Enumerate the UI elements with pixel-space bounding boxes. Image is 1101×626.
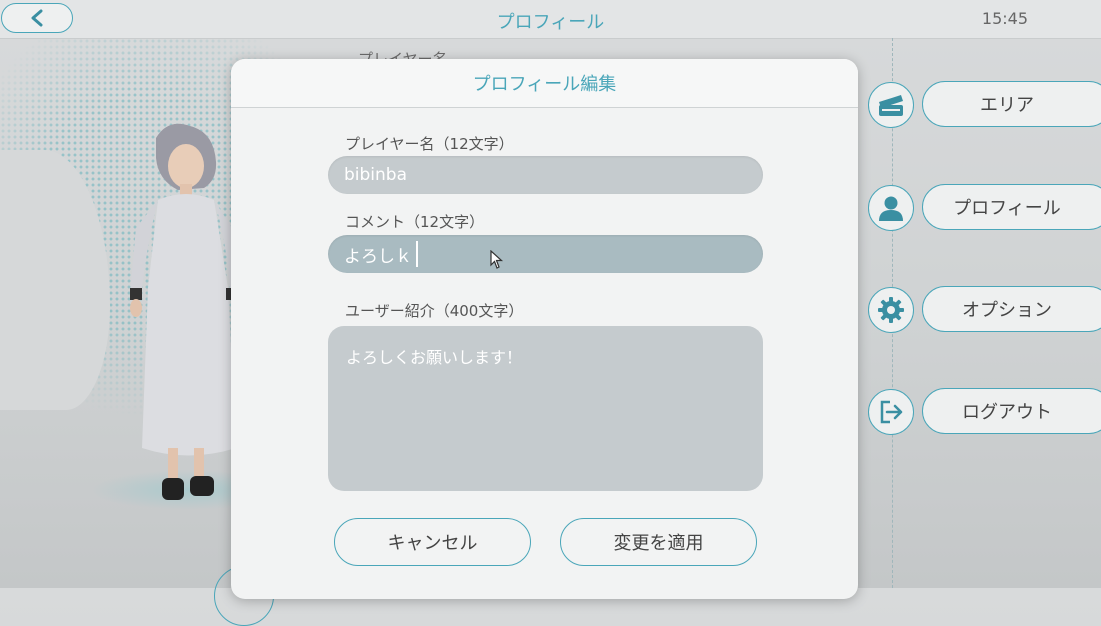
menu-item-logout[interactable]: ログアウト	[866, 387, 1101, 437]
player-name-input[interactable]: bibinba	[328, 156, 763, 194]
mouse-cursor-icon	[490, 250, 504, 269]
page-title: プロフィール	[496, 12, 605, 33]
player-name-label: プレイヤー名（12文字）	[345, 135, 514, 153]
menu-item-profile[interactable]: プロフィール	[866, 183, 1101, 233]
logout-button[interactable]: ログアウト	[922, 388, 1101, 434]
dialog-title: プロフィール編集	[231, 59, 858, 108]
comment-input[interactable]: よろしｋ	[328, 235, 763, 273]
cancel-button[interactable]: キャンセル	[334, 518, 531, 566]
clock: 15:45	[981, 9, 1028, 28]
bio-label: ユーザー紹介（400文字）	[345, 302, 524, 320]
bio-textarea[interactable]: よろしくお願いします！	[328, 326, 763, 491]
player-name-value: bibinba	[344, 165, 408, 185]
menu-item-area[interactable]: エリア	[866, 80, 1101, 130]
gear-icon	[868, 287, 914, 333]
person-icon	[868, 185, 914, 231]
options-button[interactable]: オプション	[922, 286, 1101, 332]
area-card-icon	[868, 82, 914, 128]
comment-value: よろしｋ	[344, 246, 412, 267]
comment-label: コメント（12文字）	[345, 213, 485, 231]
profile-button[interactable]: プロフィール	[922, 184, 1101, 230]
logout-icon	[868, 389, 914, 435]
menu-item-options[interactable]: オプション	[866, 285, 1101, 335]
area-button[interactable]: エリア	[922, 81, 1101, 127]
text-caret	[416, 241, 418, 267]
apply-changes-button[interactable]: 変更を適用	[560, 518, 757, 566]
profile-edit-dialog: プロフィール編集 プレイヤー名（12文字） bibinba コメント（12文字）…	[231, 59, 858, 599]
top-bar: プロフィール 15:45	[0, 0, 1101, 39]
bio-value: よろしくお願いします！	[346, 348, 523, 367]
